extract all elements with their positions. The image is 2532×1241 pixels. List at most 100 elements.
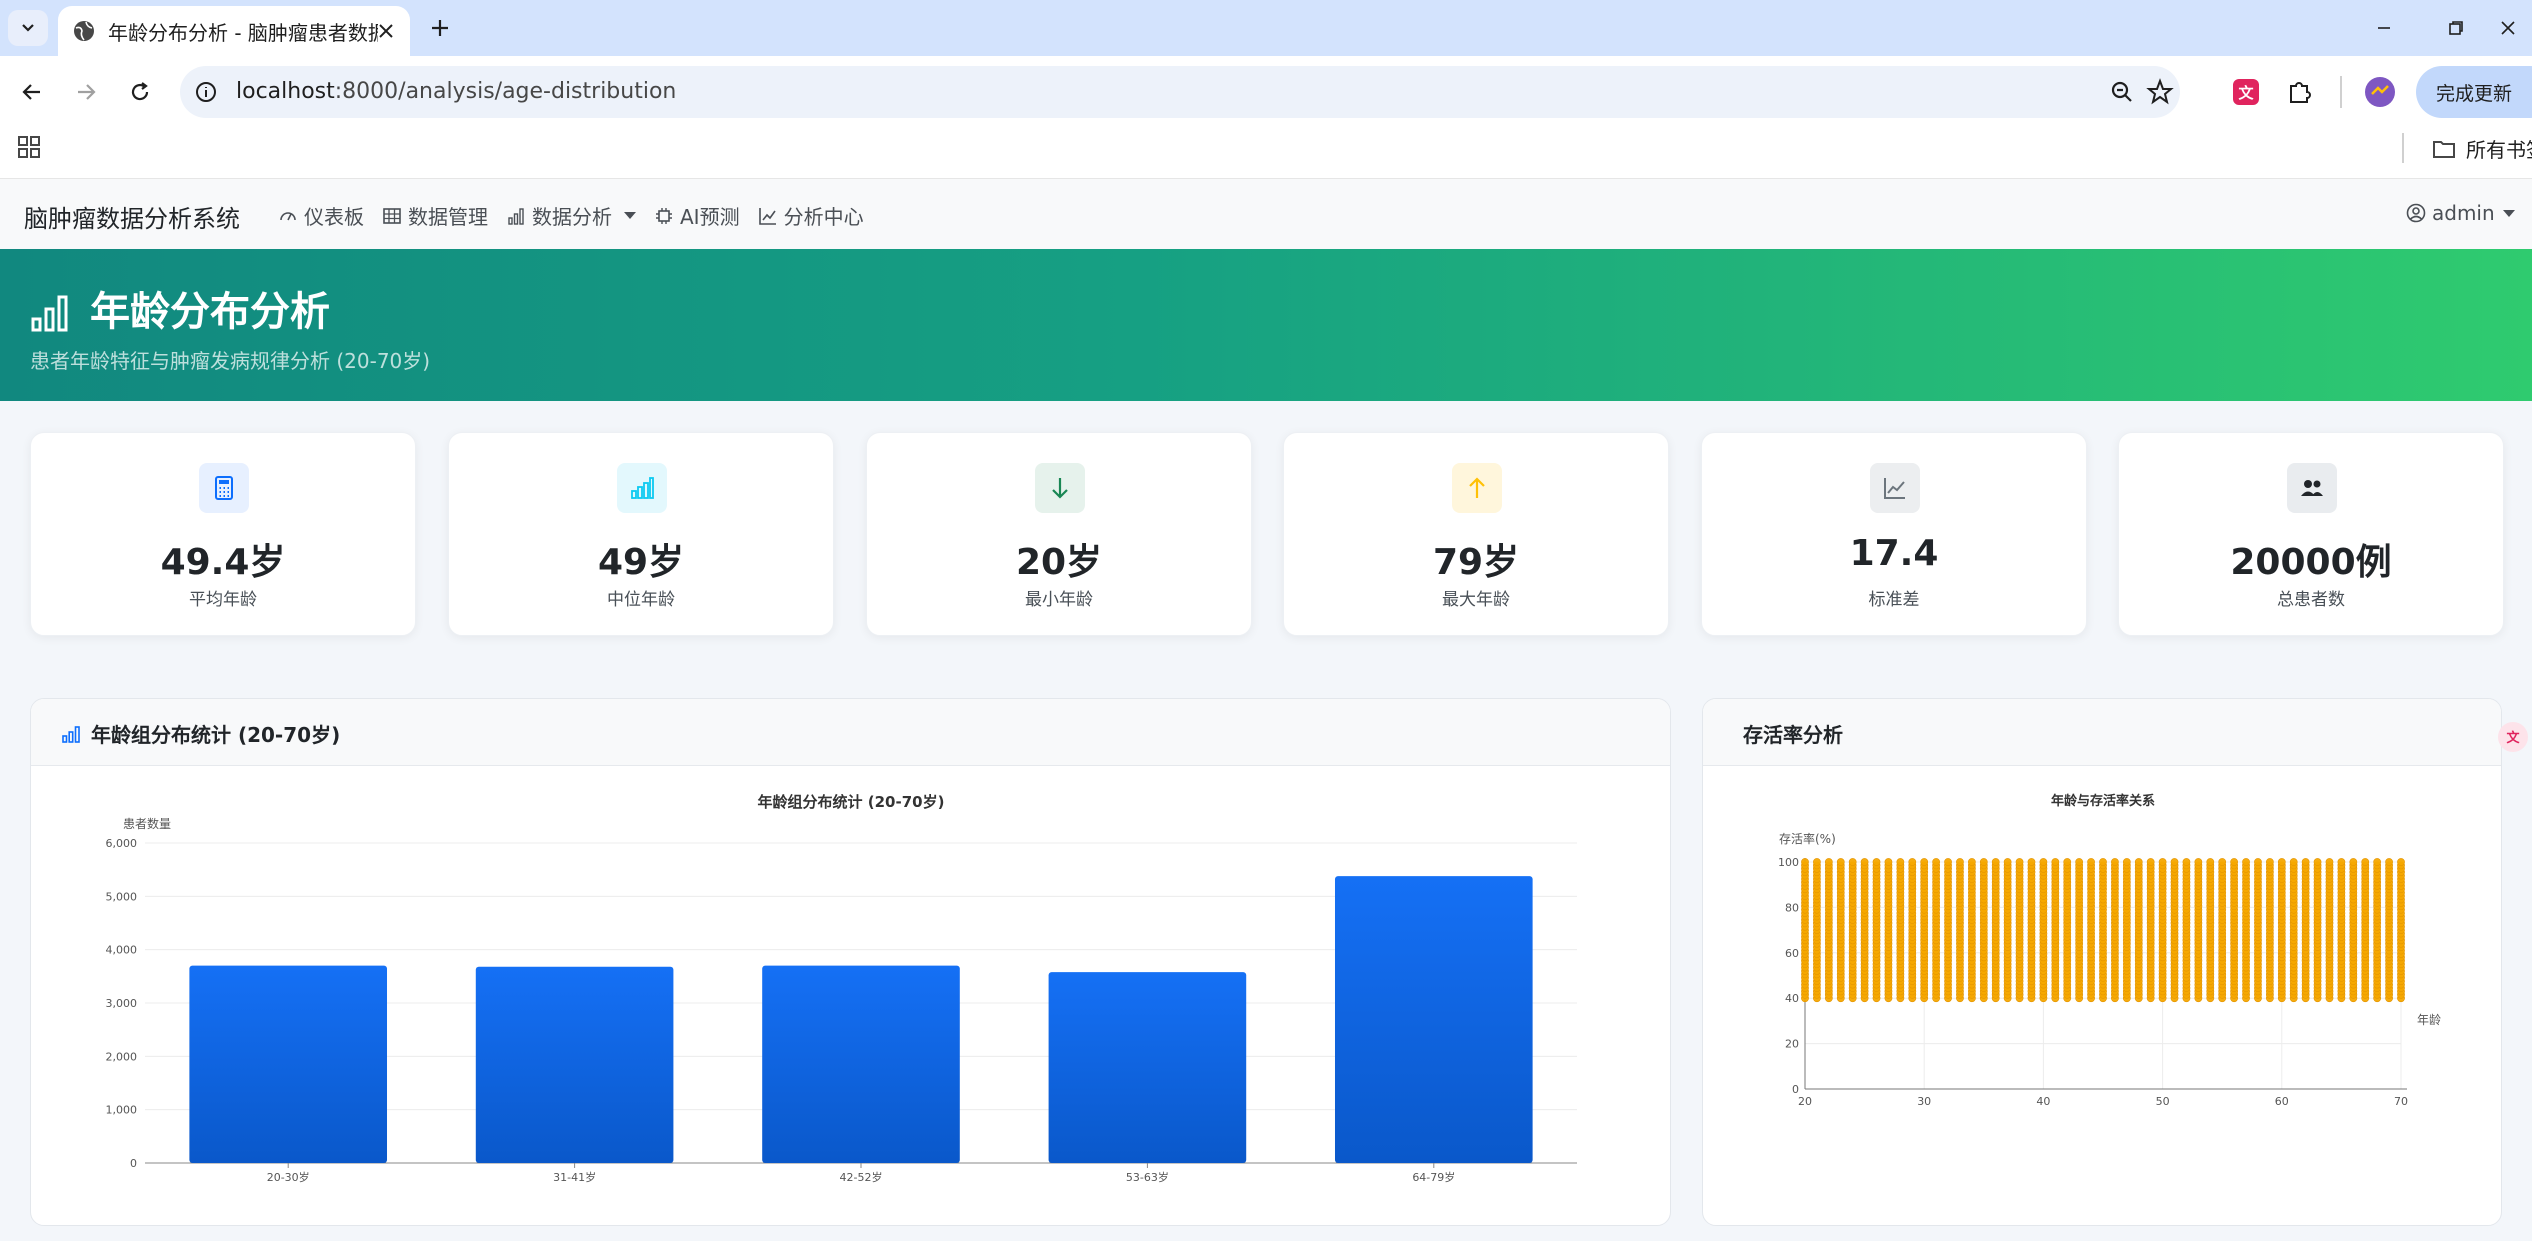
- minimize-button[interactable]: [2354, 8, 2414, 48]
- chevron-down-icon: [22, 24, 34, 32]
- translate-icon: 文: [2506, 730, 2520, 746]
- bookmarks-bar: [0, 128, 2532, 179]
- apps-grid-icon[interactable]: [16, 134, 42, 160]
- nav-ai-prediction[interactable]: AI预测: [654, 201, 740, 230]
- new-tab-button[interactable]: [424, 12, 456, 44]
- profile-avatar-icon[interactable]: [2364, 76, 2396, 108]
- stat-label: 最大年龄: [1442, 590, 1510, 610]
- nav-data-analysis-label: 数据分析: [532, 205, 612, 229]
- bar[interactable]: [475, 966, 674, 1163]
- scatter-point: [1979, 858, 1988, 866]
- scatter-point: [1801, 858, 1809, 866]
- scatter-point: [2373, 858, 2382, 866]
- nav-data-analysis[interactable]: 数据分析: [506, 201, 636, 230]
- x-tick-label: 53-63岁: [1126, 1170, 1169, 1184]
- calculator-icon: [215, 476, 233, 500]
- forward-button[interactable]: [66, 72, 106, 112]
- scatter-point: [2122, 858, 2131, 866]
- stat-card-std-dev: 17.4 标准差: [1701, 432, 2087, 636]
- plus-icon: [432, 20, 448, 36]
- stat-value: 49岁: [597, 542, 685, 583]
- card-header: 存活率分析: [1703, 699, 2501, 766]
- close-window-button[interactable]: [2484, 8, 2532, 48]
- stat-card-median-age: 49岁 中位年龄: [448, 432, 834, 636]
- arrow-left-icon: [22, 84, 40, 100]
- floating-translate-button[interactable]: 文: [2498, 722, 2528, 752]
- stat-value: 20岁: [1015, 542, 1103, 583]
- restore-icon: [2449, 21, 2463, 35]
- address-bar[interactable]: localhost:8000/analysis/age-distribution: [180, 66, 2180, 118]
- translate-extension-icon[interactable]: 文: [2230, 76, 2262, 108]
- tab-search-button[interactable]: [8, 10, 48, 46]
- puzzle-icon[interactable]: [2284, 76, 2316, 108]
- stat-icon-box: [2287, 463, 2337, 513]
- reload-button[interactable]: [120, 72, 160, 112]
- nav-data-management[interactable]: 数据管理: [382, 201, 488, 230]
- scatter-point: [1813, 858, 1821, 866]
- scatter-point: [2361, 858, 2370, 866]
- scatter-point: [2075, 858, 2084, 866]
- y-axis-label: 患者数量: [123, 816, 171, 831]
- table-icon: [383, 207, 401, 224]
- brand-title[interactable]: 脑肿瘤数据分析系统: [24, 199, 240, 234]
- card-header: 年龄组分布统计 (20-70岁): [31, 699, 1670, 766]
- restore-button[interactable]: [2426, 8, 2486, 48]
- close-icon[interactable]: [374, 19, 398, 43]
- stat-label: 中位年龄: [607, 590, 675, 610]
- stat-label: 最小年龄: [1025, 590, 1093, 610]
- y-tick-label: 20: [1785, 1038, 1799, 1051]
- scatter-point: [1944, 858, 1952, 866]
- bar[interactable]: [1048, 972, 1247, 1163]
- stat-value: 49.4岁: [160, 542, 286, 583]
- url-path: :8000/analysis/age-distribution: [334, 79, 677, 104]
- bar[interactable]: [762, 965, 960, 1163]
- nav-dashboard[interactable]: 仪表板: [278, 201, 364, 230]
- page-title: 年龄分布分析: [90, 289, 330, 335]
- app-navbar: 脑肿瘤数据分析系统 仪表板 数据管理 数据分析 AI预测 分析中心 admin: [0, 179, 2532, 250]
- back-button[interactable]: [12, 72, 52, 112]
- toolbar-divider: [2340, 76, 2342, 108]
- x-tick-label: 20-30岁: [267, 1170, 310, 1184]
- scatter-point: [1991, 858, 2000, 866]
- y-tick-label: 2,000: [106, 1050, 138, 1063]
- browser-tab-bar: 年龄分布分析 - 脑肿瘤患者数据: [0, 0, 2532, 56]
- tab-title: 年龄分布分析 - 脑肿瘤患者数据: [108, 20, 378, 45]
- nav-analysis-center[interactable]: 分析中心: [758, 201, 864, 230]
- svg-text:文: 文: [2238, 84, 2254, 102]
- scatter-point: [2182, 858, 2191, 866]
- site-info-icon[interactable]: [192, 78, 220, 106]
- all-bookmarks-label: 所有书签: [2466, 138, 2532, 162]
- scatter-point: [1848, 858, 1857, 866]
- scatter-point: [1896, 858, 1905, 866]
- browser-tab-active[interactable]: 年龄分布分析 - 脑肿瘤患者数据: [58, 6, 410, 56]
- bar[interactable]: [189, 965, 388, 1163]
- arrow-down-icon: [1052, 478, 1068, 499]
- caret-down-icon: [2502, 209, 2515, 217]
- all-bookmarks-folder[interactable]: 所有书签: [2432, 134, 2532, 163]
- star-icon[interactable]: [2146, 78, 2174, 106]
- bookmarks-divider: [2402, 133, 2404, 163]
- user-name: admin: [2432, 201, 2495, 225]
- scatter-point: [2158, 858, 2167, 866]
- user-menu[interactable]: admin: [2406, 201, 2515, 225]
- update-button[interactable]: 完成更新: [2416, 66, 2532, 118]
- scatter-point: [2218, 858, 2227, 866]
- scatter-point: [2242, 858, 2250, 866]
- scatter-point: [2027, 858, 2036, 866]
- bar-chart-icon: [508, 207, 524, 225]
- url-text[interactable]: localhost:8000/analysis/age-distribution: [236, 79, 676, 104]
- scatter-point: [1956, 858, 1964, 866]
- y-axis-label: 存活率(%): [1779, 831, 1836, 846]
- scatter-point: [1967, 858, 1976, 866]
- line-chart-icon: [1884, 478, 1905, 499]
- bar-chart-icon: [31, 295, 68, 332]
- stat-label: 平均年龄: [189, 590, 257, 610]
- zoom-icon[interactable]: [2108, 78, 2136, 106]
- graph-up-icon: [758, 207, 776, 225]
- reload-icon: [131, 82, 149, 101]
- x-tick-label: 31-41岁: [553, 1170, 596, 1184]
- arrow-right-icon: [78, 84, 96, 100]
- bar[interactable]: [1334, 876, 1533, 1163]
- people-icon: [2301, 480, 2323, 496]
- scatter-point: [2146, 858, 2155, 866]
